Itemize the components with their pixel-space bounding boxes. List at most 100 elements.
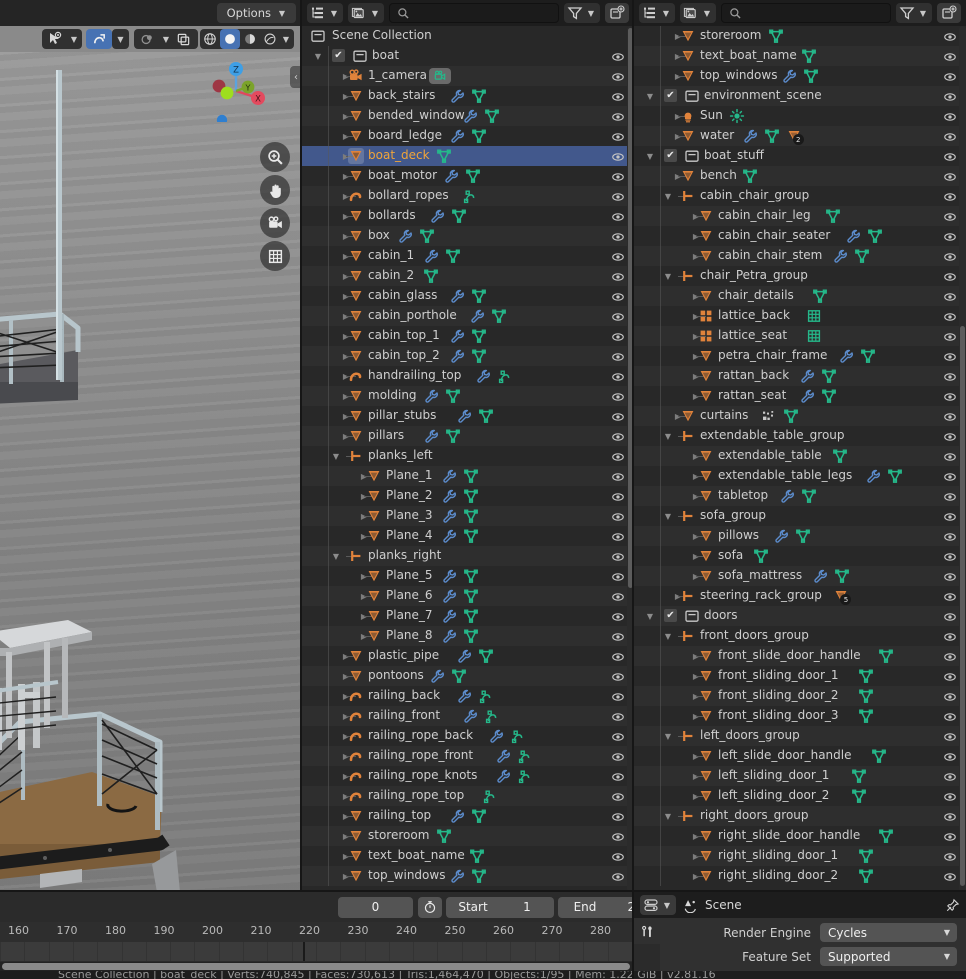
mesh-data-icon[interactable] <box>463 468 479 484</box>
outliner-object-row[interactable]: ▶pillars <box>302 426 634 446</box>
outliner-object-row[interactable]: ▶front_sliding_door_2 <box>634 686 966 706</box>
camera-data-highlight-icon[interactable] <box>429 68 445 84</box>
disclosure-triangle-open[interactable]: ▼ <box>644 90 656 102</box>
modifier-icon[interactable] <box>449 348 465 364</box>
visibility-eye-icon[interactable] <box>943 409 957 423</box>
outliner-object-row[interactable]: ▶right_sliding_door_2 <box>634 866 966 886</box>
mesh-data-icon[interactable] <box>854 248 870 264</box>
mesh-data-icon[interactable] <box>878 648 894 664</box>
visibility-eye-icon[interactable] <box>611 249 625 263</box>
mesh-data-icon[interactable] <box>860 348 876 364</box>
mesh-data-icon[interactable] <box>858 688 874 704</box>
outliner-object-row[interactable]: ▶sofa_mattress <box>634 566 966 586</box>
mesh-data-icon[interactable] <box>753 548 769 564</box>
timeline-editor[interactable]: 0 Start 1 End 250 1601701801902002102202… <box>0 892 634 971</box>
outliner-object-row[interactable]: ▼cabin_chair_group <box>634 186 966 206</box>
display-mode-dropdown[interactable]: ▼ <box>307 3 343 23</box>
modifier-icon[interactable] <box>441 508 457 524</box>
collection-checkbox[interactable]: ✔ <box>664 89 677 102</box>
mesh-data-icon[interactable] <box>821 388 837 404</box>
outliner-object-row[interactable]: ▶Plane_6 <box>302 586 634 606</box>
mesh-data-icon[interactable] <box>742 168 758 184</box>
visibility-eye-icon[interactable] <box>611 69 625 83</box>
mesh-data-icon[interactable] <box>471 328 487 344</box>
light-data-icon[interactable] <box>729 108 745 124</box>
mesh-data-icon[interactable] <box>463 608 479 624</box>
outliner-object-row[interactable]: ▶back_stairs <box>302 86 634 106</box>
pan-hand-icon[interactable] <box>260 175 290 205</box>
disclosure-triangle-open[interactable]: ▼ <box>662 730 674 742</box>
visibility-eye-icon[interactable] <box>611 229 625 243</box>
outliner-object-row[interactable]: ▶text_boat_name <box>634 46 966 66</box>
outliner-object-row[interactable]: ▶rattan_seat <box>634 386 966 406</box>
outliner-object-row[interactable]: ▶pillar_stubs <box>302 406 634 426</box>
filter-display-dropdown[interactable]: ▼ <box>348 3 384 23</box>
shading-solid-icon[interactable] <box>220 29 240 49</box>
outliner-right-rows[interactable]: ▶storeroom▶text_boat_name▶top_windows▼✔e… <box>634 26 966 892</box>
outliner-object-row[interactable]: ▶railing_back <box>302 686 634 706</box>
mesh-data-icon[interactable] <box>463 628 479 644</box>
mesh-data-icon[interactable] <box>812 288 828 304</box>
mesh-data-icon[interactable] <box>436 148 452 164</box>
visibility-eye-icon[interactable] <box>943 29 957 43</box>
visibility-eye-icon[interactable] <box>943 369 957 383</box>
mesh-data-icon[interactable] <box>436 828 452 844</box>
outliner-left-rows[interactable]: Scene Collection▼✔boat▶1_camera▶back_sta… <box>302 26 634 892</box>
visibility-eye-icon[interactable] <box>611 329 625 343</box>
curve-data-icon[interactable] <box>510 728 526 744</box>
visibility-eye-icon[interactable] <box>943 289 957 303</box>
modifier-icon[interactable] <box>456 648 472 664</box>
mesh-data-icon[interactable] <box>764 128 780 144</box>
outliner-left[interactable]: ▼ ▼ ▼ Scene Collection▼✔boat▶1_camera▶ba… <box>302 0 634 892</box>
outliner-object-row[interactable]: ▶front_sliding_door_1 <box>634 666 966 686</box>
mesh-data-icon[interactable] <box>851 788 867 804</box>
modifier-icon[interactable] <box>812 568 828 584</box>
shading-material-icon[interactable] <box>240 29 260 49</box>
visibility-eye-icon[interactable] <box>611 389 625 403</box>
visibility-eye-icon[interactable] <box>943 529 957 543</box>
outliner-object-row[interactable]: ▶top_windows <box>634 66 966 86</box>
shading-rendered-icon[interactable] <box>260 29 280 49</box>
outliner-object-row[interactable]: ▶sofa <box>634 546 966 566</box>
current-frame-field[interactable]: 0 <box>338 897 413 918</box>
timeline-ruler[interactable]: 160170180190200210220230240250260270280 <box>0 922 634 942</box>
outliner-object-row[interactable]: ▶cabin_2 <box>302 266 634 286</box>
disclosure-triangle-open[interactable]: ▼ <box>662 190 674 202</box>
new-collection-button[interactable] <box>605 3 629 23</box>
modifier-icon[interactable] <box>443 168 459 184</box>
visibility-eye-icon[interactable] <box>611 729 625 743</box>
mesh-data-icon[interactable] <box>878 828 894 844</box>
modifier-icon[interactable] <box>441 488 457 504</box>
shading-wireframe-icon[interactable] <box>200 29 220 49</box>
mesh-data-icon[interactable] <box>491 308 507 324</box>
outliner-object-row[interactable]: ▶cabin_glass <box>302 286 634 306</box>
outliner-right[interactable]: ▼ ▼ ▼ ▶storeroom▶text_boat_name▶top_wind… <box>634 0 966 892</box>
curve-data-icon[interactable] <box>484 708 500 724</box>
divider-horizontal-left[interactable] <box>0 890 634 892</box>
mesh-data-icon[interactable] <box>858 668 874 684</box>
modifier-icon[interactable] <box>781 68 797 84</box>
visibility-eye-icon[interactable] <box>611 829 625 843</box>
modifier-icon[interactable] <box>441 568 457 584</box>
filter-display-dropdown-right[interactable]: ▼ <box>680 3 716 23</box>
modifier-icon[interactable] <box>441 528 457 544</box>
mesh-data-icon[interactable] <box>834 568 850 584</box>
visibility-eye-icon[interactable] <box>611 369 625 383</box>
visibility-eye-icon[interactable] <box>943 809 957 823</box>
outliner-object-row[interactable]: ▶left_slide_door_handle <box>634 746 966 766</box>
viewport-3d[interactable]: Options ▼ ▼ ▼ ▼ <box>0 0 302 892</box>
modifier-icon[interactable] <box>441 608 457 624</box>
curve-data-icon[interactable] <box>462 188 478 204</box>
mesh-data-icon[interactable] <box>451 208 467 224</box>
visibility-eye-icon[interactable] <box>611 409 625 423</box>
outliner-object-row[interactable]: ▶right_slide_door_handle <box>634 826 966 846</box>
chevron-down-icon[interactable]: ▼ <box>280 35 292 44</box>
visibility-eye-icon[interactable] <box>943 709 957 723</box>
zoom-icon[interactable] <box>260 142 290 172</box>
curve-data-icon[interactable] <box>482 788 498 804</box>
mesh-data-icon[interactable] <box>887 468 903 484</box>
outliner-object-row[interactable]: ▼front_doors_group <box>634 626 966 646</box>
mesh-data-icon[interactable] <box>858 868 874 884</box>
outliner-object-row[interactable]: ▶1_camera <box>302 66 634 86</box>
modifier-icon[interactable] <box>429 668 445 684</box>
